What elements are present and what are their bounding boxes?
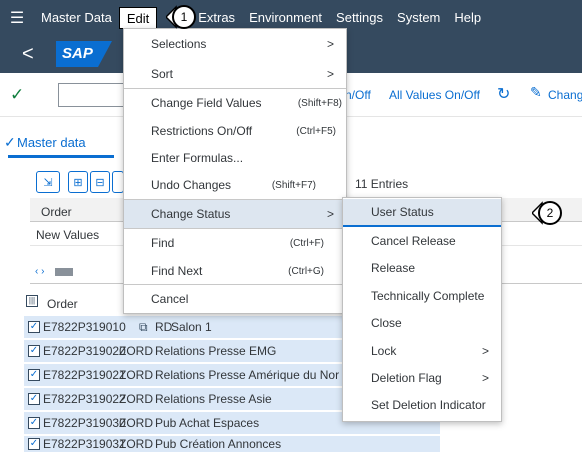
chevron-right-icon: > [326,37,334,51]
row-order: E7822P319020 [43,344,126,358]
hamburger-menu-icon[interactable]: ☰ [0,8,34,28]
menu-item-find-next[interactable]: Find Next (Ctrl+G) [124,257,346,285]
grid-header-order: Order [41,205,72,219]
menu-item-enter-formulas[interactable]: Enter Formulas... [124,144,346,172]
select-all-icon[interactable]: ||| [26,295,38,307]
menu-master-data[interactable]: Master Data [34,10,119,25]
row-checkbox[interactable]: ✓ [28,393,40,405]
submenu-item-lock[interactable]: Lock > [343,337,501,365]
table-row[interactable]: ✓ E7822P319031 ZORD Pub Création Annonce… [24,436,440,453]
back-icon[interactable]: < [22,43,34,66]
row-type: RD [155,320,173,334]
chevron-right-icon: > [326,67,334,81]
edit-menu: Selections > Sort > Change Field Values … [123,28,347,314]
layout-icon[interactable]: ⊞ [68,171,88,193]
submenu-item-technically-complete[interactable]: Technically Complete [343,282,501,310]
row-type: ZORD [119,368,153,382]
chevron-right-icon: > [326,207,334,221]
chevron-right-icon: > [481,344,489,358]
new-values-label: New Values [36,228,100,242]
row-desc: Pub Création Annonces [155,437,282,451]
menu-system[interactable]: System [390,10,447,25]
row-desc: Relations Presse Amérique du Nor [155,368,340,382]
submenu-item-cancel-release[interactable]: Cancel Release [343,227,501,255]
row-checkbox[interactable]: ✓ [28,417,40,429]
submenu-item-set-deletion-indicator[interactable]: Set Deletion Indicator [343,391,501,419]
all-values-on-off-button[interactable]: All Values On/Off [389,88,480,102]
row-type: ZORD [119,344,153,358]
change-button[interactable]: Chang [548,88,582,102]
row-desc: Relations Presse Asie [155,392,272,406]
layout-select-icon[interactable]: ⊟ [90,171,110,193]
row-desc: Pub Achat Espaces [155,416,260,430]
change-status-submenu: User Status Cancel Release Release Techn… [342,197,502,422]
row-desc: Relations Presse EMG [155,344,277,358]
menu-item-change-status[interactable]: Change Status > [124,200,346,228]
row-order: E7822P319022 [43,392,126,406]
submenu-item-user-status[interactable]: User Status [343,199,501,227]
submenu-item-release[interactable]: Release [343,254,501,282]
menu-item-sort[interactable]: Sort > [124,60,346,88]
row-checkbox[interactable]: ✓ [28,369,40,381]
submenu-item-deletion-flag[interactable]: Deletion Flag > [343,364,501,392]
submenu-item-close[interactable]: Close [343,309,501,337]
table-header-order: Order [47,297,78,311]
tab-indicator [8,155,114,158]
chevron-right-icon: > [481,371,489,385]
row-checkbox[interactable]: ✓ [28,438,40,450]
row-type: ZORD [119,437,153,451]
row-order: E7822P319010 [43,320,126,334]
row-order: E7822P319031 [43,437,126,451]
menu-item-find[interactable]: Find (Ctrl+F) [124,229,346,257]
confirm-check-icon[interactable]: ✓ [10,85,24,105]
export-icon[interactable]: ⇲ [36,171,60,193]
refresh-icon[interactable]: ↻ [497,84,510,104]
menu-settings[interactable]: Settings [329,10,390,25]
on-off-button[interactable]: n/Off [345,88,371,102]
tab-check-icon: ✓ [4,134,16,150]
menu-extras[interactable]: Extras [191,10,242,25]
horizontal-scrollbar[interactable] [55,268,73,276]
row-checkbox[interactable]: ✓ [28,321,40,333]
copy-icon[interactable]: ⧉ [139,320,155,335]
row-order: E7822P319030 [43,416,126,430]
callout-1: 1 [166,4,196,30]
menu-item-cancel[interactable]: Cancel [124,285,346,313]
row-type: ZORD [119,416,153,430]
row-order: E7822P319021 [43,368,126,382]
menu-edit[interactable]: Edit [118,6,158,29]
scroll-arrows-icon[interactable]: ‹ › [35,266,44,277]
sap-logo: SAP [56,41,112,67]
menu-help[interactable]: Help [447,10,488,25]
menu-item-selections[interactable]: Selections > [124,30,346,58]
entries-count: 11 Entries [355,177,409,191]
row-type: ZORD [119,392,153,406]
pencil-icon[interactable]: ✎ [530,84,542,101]
row-checkbox[interactable]: ✓ [28,345,40,357]
callout-2: 2 [532,200,562,226]
menu-item-restrictions[interactable]: Restrictions On/Off (Ctrl+F5) [124,117,346,145]
command-field[interactable] [58,83,124,107]
tab-master-data[interactable]: Master data [17,135,86,150]
menu-item-change-field-values[interactable]: Change Field Values (Shift+F8) [124,89,346,117]
menu-item-undo-changes[interactable]: Undo Changes (Shift+F7) [124,171,346,199]
menu-environment[interactable]: Environment [242,10,329,25]
row-desc: Salon 1 [171,320,212,334]
